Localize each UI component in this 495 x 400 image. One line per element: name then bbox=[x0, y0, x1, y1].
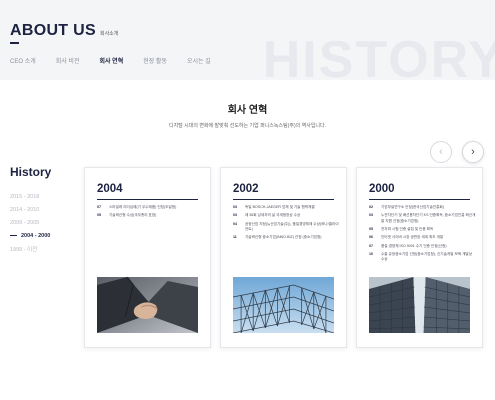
entry-text: 기업부설연구소 인정(한국산업기술진흥회) bbox=[381, 205, 444, 209]
page-subtitle: 회사소개 bbox=[99, 31, 119, 37]
history-entry: 06 인터넷 사이버 시장 공판장 세계 최초 개발 bbox=[369, 235, 476, 240]
entry-month: 10 bbox=[369, 252, 373, 257]
year-range-link[interactable]: 2009 - 2005 bbox=[10, 216, 50, 229]
entry-text: 독일 BOSCH-JAEGER 업체 및 기술 협력체결 bbox=[245, 205, 315, 209]
chevron-right-icon: › bbox=[471, 146, 475, 158]
carousel-next-button[interactable]: › bbox=[462, 141, 484, 163]
entry-text: 스마일레 리더십에(기 우수제품) 인정(조달청) bbox=[109, 205, 177, 209]
entry-text: 전자파 시험 인증 설립 및 인증 획득 bbox=[381, 226, 434, 231]
history-card-2004: 2004 07 스마일레 리더십에(기 우수제품) 인정(조달청) 05 기술혁신형… bbox=[84, 167, 211, 348]
entry-month: 11 bbox=[233, 235, 237, 240]
entry-text: 제 36회 납세자의 날 국세청장상 수상 bbox=[245, 213, 301, 218]
entry-month: 03 bbox=[369, 213, 373, 218]
nav-item-activities[interactable]: 현장 활동 bbox=[143, 56, 167, 65]
history-entry: 02 기업부설연구소 인정(한국산업기술진흥회) bbox=[369, 205, 476, 210]
section-description: 디지털 시대의 변화에 발맞춰 선도하는 기업 퍼니스녹스팀(주)의 역사입니다… bbox=[168, 123, 327, 129]
year-range-label: 1999 - 이전 bbox=[10, 246, 38, 253]
handshake-photo bbox=[97, 277, 198, 333]
year-range-link-active[interactable]: 2004 - 2000 bbox=[10, 229, 50, 242]
card-year: 2000 bbox=[369, 183, 395, 195]
year-range-link[interactable]: 1999 - 이전 bbox=[10, 242, 50, 255]
card-entries: 02 기업부설연구소 인정(한국산업기술진흥회) 03 누전차단기 및 배선용차단기… bbox=[369, 205, 476, 266]
nav-item-location[interactable]: 오시는 길 bbox=[187, 56, 211, 65]
history-entry: 05 기술혁신형 수상(국무총리 표창) bbox=[97, 213, 204, 218]
card-divider bbox=[369, 199, 470, 200]
history-entry: 07 품질 경영체 ISO 9001 수기 인증 인정(신청) bbox=[369, 244, 476, 249]
year-range-label: 2014 - 2010 bbox=[10, 206, 40, 213]
entry-text: 기술혁신형 수상(국무총리 표창) bbox=[109, 213, 157, 218]
year-range-label: 2015 - 2018 bbox=[10, 193, 40, 200]
section-title: 회사 연혁 bbox=[227, 105, 268, 116]
entry-text: 품질 경영체 ISO 9001 수기 인증 인정(신청) bbox=[381, 243, 447, 248]
nav-item-history[interactable]: 회사 연혁 bbox=[99, 56, 123, 65]
brand: ABOUT US 회사소개 bbox=[10, 22, 118, 40]
entry-month: 02 bbox=[369, 205, 373, 209]
active-dash bbox=[10, 235, 17, 236]
history-card-2000: 2000 02 기업부설연구소 인정(한국산업기술진흥회) 03 누전차단기 및 배… bbox=[356, 167, 483, 348]
history-entry: 04 공정산업 지정(뉴산업기술(주)), 품질경영체제 수상(하나/클라이언트) bbox=[233, 222, 340, 232]
card-divider bbox=[97, 199, 198, 200]
history-entry: 05 전자파 시험 인증 설립 및 인증 획득 bbox=[369, 227, 476, 232]
nav-item-ceo[interactable]: CEO 소개 bbox=[10, 56, 36, 65]
history-watermark: HISTORY bbox=[262, 31, 495, 80]
year-range-label: 2004 - 2000 bbox=[21, 232, 51, 239]
nav-item-vision[interactable]: 회사 비전 bbox=[56, 56, 80, 65]
entry-month: 05 bbox=[369, 226, 373, 231]
entry-text: 누전차단기 및 배선용차단기 KS 인증획득, 중소기업진흥 혁신개발 지원 선… bbox=[381, 213, 476, 223]
history-entry: 03 제 36회 납세자의 날 국세청장상 수상 bbox=[233, 213, 340, 218]
history-card-2002: 2002 03 독일 BOSCH-JAEGER 업체 및 기술 협력체결 03 제 … bbox=[220, 167, 347, 348]
entry-text: 인터넷 사이버 시장 공판장 세계 최초 개발 bbox=[381, 235, 444, 240]
history-heading: History bbox=[10, 165, 52, 179]
chevron-left-icon: ‹ bbox=[439, 146, 443, 158]
carousel-prev-button[interactable]: ‹ bbox=[430, 141, 452, 163]
card-year: 2002 bbox=[233, 183, 259, 195]
entry-text: 수출 유망중소기업 선정(중소기업청), 신기술개발 보육 개발상 수상 bbox=[381, 252, 473, 262]
sub-nav: CEO 소개 회사 비전 회사 연혁 현장 활동 오시는 길 bbox=[10, 56, 211, 65]
history-entry: 10 수출 유망중소기업 선정(중소기업청), 신기술개발 보육 개발상 수상 bbox=[369, 252, 476, 262]
year-range-label: 2009 - 2005 bbox=[10, 219, 40, 226]
history-entry: 03 독일 BOSCH-JAEGER 업체 및 기술 협력체결 bbox=[233, 205, 340, 210]
entry-month: 03 bbox=[233, 205, 237, 209]
page-header: HISTORY ABOUT US 회사소개 CEO 소개 회사 비전 회사 연혁… bbox=[0, 0, 495, 80]
entry-text: 기술혁신형 중소기업(INNO-BIZ) 선정 (중소기업청) bbox=[245, 235, 322, 240]
entry-month: 03 bbox=[233, 213, 237, 218]
history-entry: 11 기술혁신형 중소기업(INNO-BIZ) 선정 (중소기업청) bbox=[233, 235, 340, 240]
entry-month: 05 bbox=[97, 213, 101, 218]
entry-text: 공정산업 지정(뉴산업기술(주)), 품질경영체제 수상(하나/클라이언트) bbox=[245, 221, 339, 231]
page-title: ABOUT US bbox=[10, 22, 96, 39]
card-year: 2004 bbox=[97, 183, 123, 195]
history-entry: 07 스마일레 리더십에(기 우수제품) 인정(조달청) bbox=[97, 205, 204, 210]
entry-month: 07 bbox=[369, 243, 373, 248]
card-entries: 03 독일 BOSCH-JAEGER 업체 및 기술 협력체결 03 제 36회 납… bbox=[233, 205, 340, 244]
entry-month: 07 bbox=[97, 205, 101, 209]
history-entry: 03 누전차단기 및 배선용차단기 KS 인증획득, 중소기업진흥 혁신개발 지원… bbox=[369, 213, 476, 223]
title-underline bbox=[10, 42, 19, 44]
steel-structure-photo bbox=[233, 277, 334, 333]
entry-month: 06 bbox=[369, 235, 373, 240]
glass-building-photo bbox=[369, 277, 470, 333]
entry-month: 04 bbox=[233, 221, 237, 226]
card-entries: 07 스마일레 리더십에(기 우수제품) 인정(조달청) 05 기술혁신형 수상(국… bbox=[97, 205, 204, 222]
year-range-link[interactable]: 2015 - 2018 bbox=[10, 190, 50, 203]
card-divider bbox=[233, 199, 334, 200]
year-range-list: 2015 - 2018 2014 - 2010 2009 - 2005 2004… bbox=[10, 190, 50, 255]
year-range-link[interactable]: 2014 - 2010 bbox=[10, 203, 50, 216]
